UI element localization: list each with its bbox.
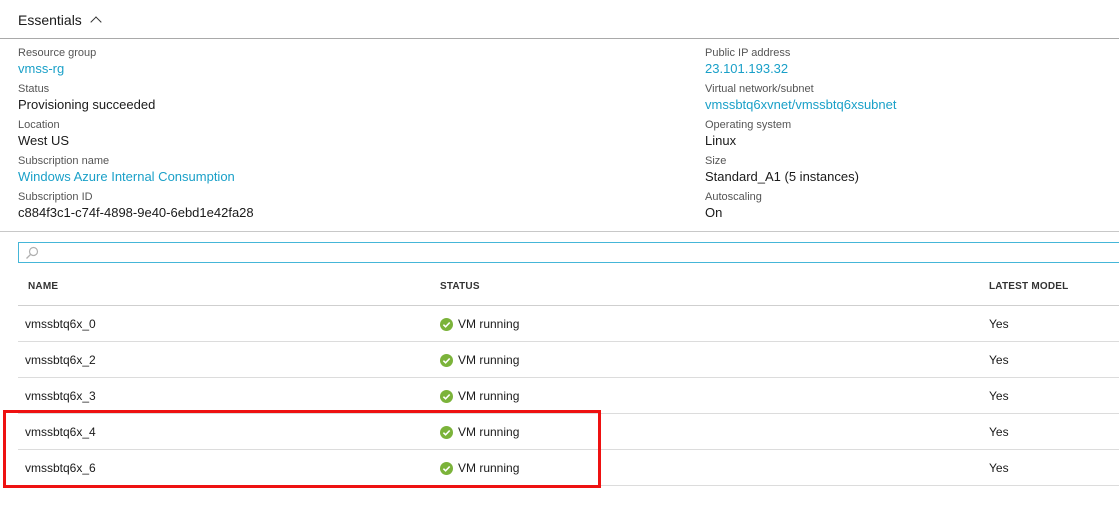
latest-model-value: Yes (989, 425, 1009, 439)
check-circle-icon (440, 461, 453, 475)
prop-resource-group: Resource group vmss-rg (18, 46, 658, 82)
status-text: VM running (458, 317, 520, 331)
prop-label: Public IP address (705, 47, 791, 59)
operating-system-value: Linux (705, 133, 737, 148)
check-circle-icon (440, 425, 453, 439)
subscription-name-link[interactable]: Windows Azure Internal Consumption (18, 168, 658, 186)
latest-model-value: Yes (989, 461, 1009, 475)
column-header-name[interactable]: NAME (28, 281, 58, 292)
instance-name: vmssbtq6x_4 (25, 425, 96, 439)
search-input[interactable] (43, 244, 1103, 261)
essentials-title: Essentials (18, 12, 82, 28)
prop-label: Location (18, 119, 60, 131)
instance-name: vmssbtq6x_3 (25, 389, 96, 403)
column-header-latest-model[interactable]: LATEST MODEL (989, 281, 1068, 292)
status-text: VM running (458, 353, 520, 367)
vmss-essentials-blade: Essentials Resource group vmss-rg Status… (0, 0, 1119, 505)
divider (0, 231, 1119, 232)
table-row[interactable]: vmssbtq6x_0 VM running Yes (18, 306, 1119, 342)
table-row[interactable]: vmssbtq6x_4 VM running Yes (18, 414, 1119, 450)
instance-name: vmssbtq6x_2 (25, 353, 96, 367)
essentials-right-column: Public IP address 23.101.193.32 Virtual … (705, 46, 1115, 226)
column-header-status[interactable]: STATUS (440, 281, 480, 292)
prop-label: Size (705, 155, 727, 167)
prop-vnet-subnet: Virtual network/subnet vmssbtq6xvnet/vms… (705, 82, 1115, 118)
instance-name: vmssbtq6x_0 (25, 317, 96, 331)
prop-autoscaling: Autoscaling On (705, 190, 1115, 226)
divider (0, 38, 1119, 39)
latest-model-value: Yes (989, 353, 1009, 367)
essentials-toggle[interactable]: Essentials (18, 10, 102, 30)
prop-subscription-id: Subscription ID c884f3c1-c74f-4898-9e40-… (18, 190, 658, 226)
subscription-id-value: c884f3c1-c74f-4898-9e40-6ebd1e42fa28 (18, 205, 254, 220)
prop-status: Status Provisioning succeeded (18, 82, 658, 118)
prop-public-ip: Public IP address 23.101.193.32 (705, 46, 1115, 82)
instance-status: VM running (440, 316, 519, 332)
instance-status: VM running (440, 388, 519, 404)
autoscaling-value: On (705, 205, 723, 220)
chevron-up-icon[interactable] (90, 16, 102, 28)
prop-label: Subscription ID (18, 191, 93, 203)
table-header: NAME STATUS LATEST MODEL (18, 269, 1119, 306)
resource-group-link[interactable]: vmss-rg (18, 60, 658, 78)
prop-label: Resource group (18, 47, 97, 59)
prop-size: Size Standard_A1 (5 instances) (705, 154, 1115, 190)
prop-label: Status (18, 83, 50, 95)
check-circle-icon (440, 353, 453, 367)
check-circle-icon (440, 317, 453, 331)
check-circle-icon (440, 389, 453, 403)
status-text: VM running (458, 389, 520, 403)
latest-model-value: Yes (989, 317, 1009, 331)
prop-label: Virtual network/subnet (705, 83, 814, 95)
status-text: VM running (458, 425, 520, 439)
essentials-left-column: Resource group vmss-rg Status Provisioni… (18, 46, 658, 226)
instance-status: VM running (440, 460, 519, 476)
size-value: Standard_A1 (5 instances) (705, 169, 859, 184)
instance-status: VM running (440, 424, 519, 440)
table-row[interactable]: vmssbtq6x_3 VM running Yes (18, 378, 1119, 414)
instance-search-box[interactable] (18, 242, 1119, 263)
search-icon (26, 246, 39, 259)
prop-label: Autoscaling (705, 191, 762, 203)
prop-location: Location West US (18, 118, 658, 154)
instance-name: vmssbtq6x_6 (25, 461, 96, 475)
public-ip-link[interactable]: 23.101.193.32 (705, 60, 1115, 78)
status-text: VM running (458, 461, 520, 475)
instance-status: VM running (440, 352, 519, 368)
status-value: Provisioning succeeded (18, 97, 156, 112)
prop-subscription-name: Subscription name Windows Azure Internal… (18, 154, 658, 190)
prop-operating-system: Operating system Linux (705, 118, 1115, 154)
table-row[interactable]: vmssbtq6x_6 VM running Yes (18, 450, 1119, 486)
vnet-subnet-link[interactable]: vmssbtq6xvnet/vmssbtq6xsubnet (705, 96, 1115, 114)
location-value: West US (18, 133, 70, 148)
instances-table: NAME STATUS LATEST MODEL vmssbtq6x_0 VM … (18, 269, 1119, 486)
prop-label: Subscription name (18, 155, 110, 167)
latest-model-value: Yes (989, 389, 1009, 403)
prop-label: Operating system (705, 119, 792, 131)
table-row[interactable]: vmssbtq6x_2 VM running Yes (18, 342, 1119, 378)
